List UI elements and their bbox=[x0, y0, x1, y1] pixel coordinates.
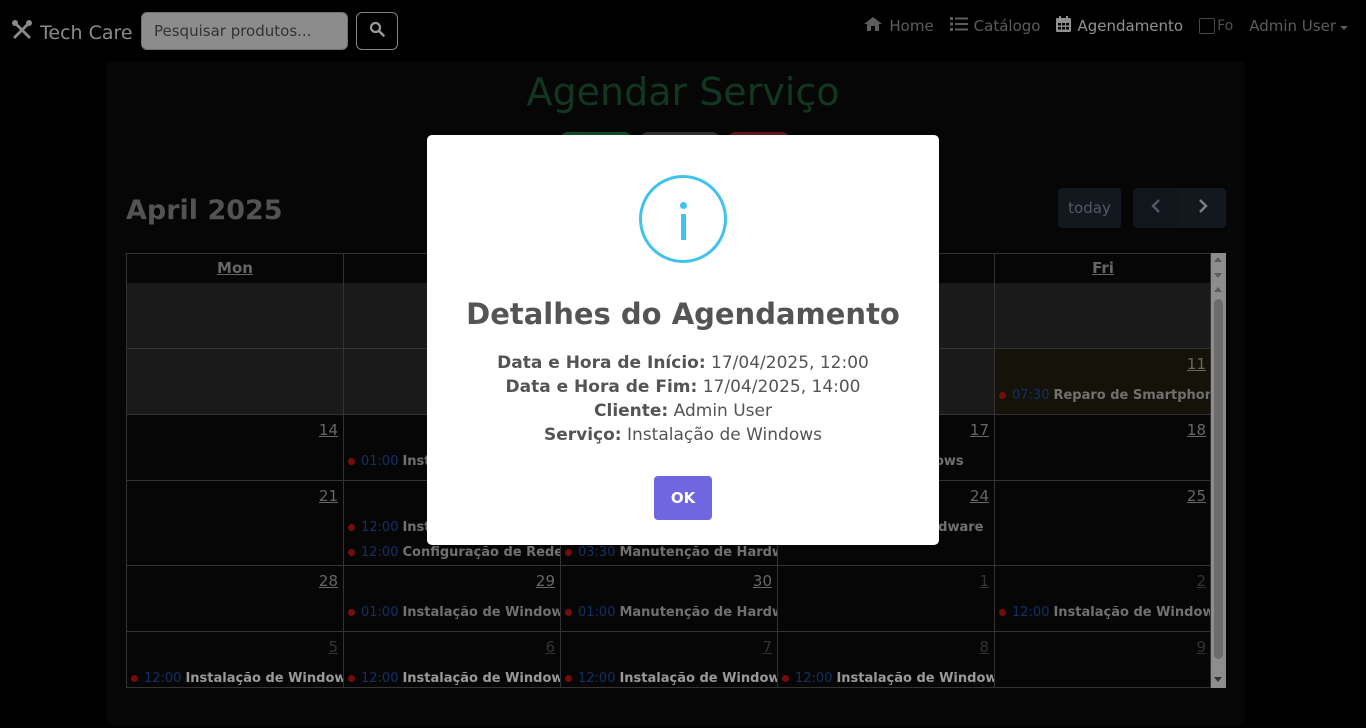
end-datetime-row: Data e Hora de Fim: 17/04/2025, 14:00 bbox=[427, 375, 939, 399]
service-value: Instalação de Windows bbox=[627, 425, 822, 445]
end-value: 17/04/2025, 14:00 bbox=[702, 377, 861, 397]
client-label: Cliente: bbox=[594, 401, 669, 421]
appointment-details-modal: Detalhes do Agendamento Data e Hora de I… bbox=[427, 135, 939, 545]
modal-body: Data e Hora de Início: 17/04/2025, 12:00… bbox=[427, 351, 939, 447]
end-label: Data e Hora de Fim: bbox=[505, 377, 698, 397]
start-datetime-row: Data e Hora de Início: 17/04/2025, 12:00 bbox=[427, 351, 939, 375]
client-value: Admin User bbox=[673, 401, 772, 421]
client-row: Cliente: Admin User bbox=[427, 399, 939, 423]
start-value: 17/04/2025, 12:00 bbox=[711, 353, 869, 373]
ok-button[interactable]: OK bbox=[654, 476, 712, 520]
start-label: Data e Hora de Início: bbox=[497, 353, 706, 373]
service-row: Serviço: Instalação de Windows bbox=[427, 423, 939, 447]
service-label: Serviço: bbox=[543, 425, 622, 445]
modal-title: Detalhes do Agendamento bbox=[466, 297, 900, 331]
info-icon bbox=[639, 175, 727, 263]
